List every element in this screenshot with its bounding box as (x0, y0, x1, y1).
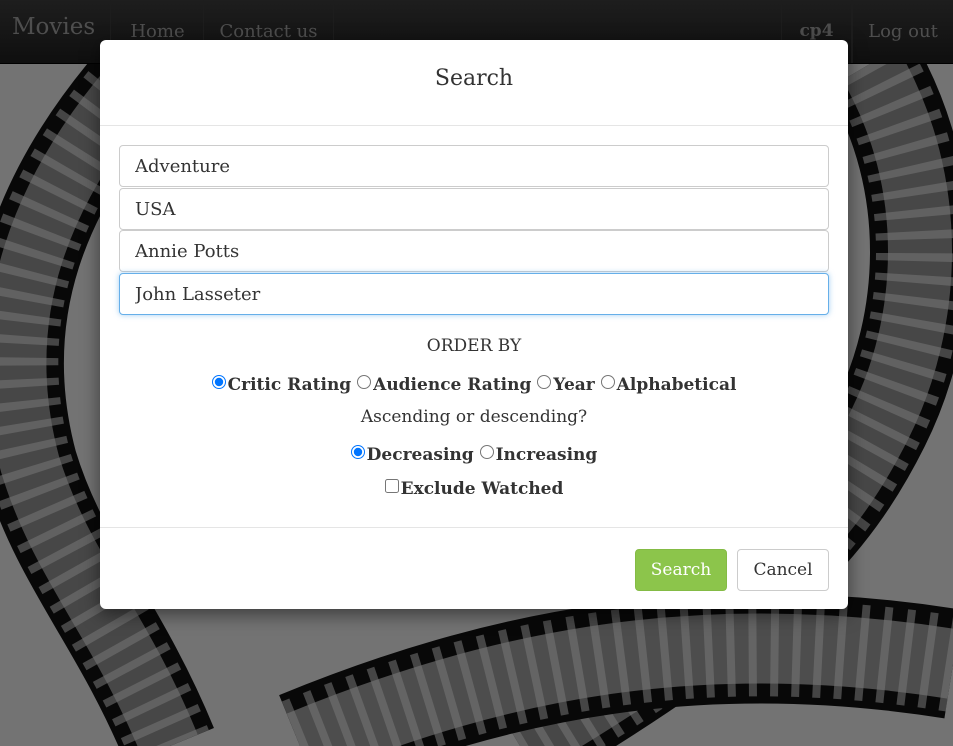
direction-decreasing-option[interactable]: Decreasing (350, 445, 474, 465)
search-modal: Search ORDER BY Critic Rating Audience R… (100, 40, 848, 609)
genre-input[interactable] (119, 145, 829, 187)
exclude-watched-checkbox[interactable] (384, 479, 399, 493)
asc-desc-question: Ascending or descending? (360, 407, 588, 427)
order-alpha-option[interactable]: Alphabetical (600, 375, 737, 395)
order-audience-option[interactable]: Audience Rating (357, 375, 531, 395)
modal-header: Search (100, 40, 848, 126)
country-input[interactable] (119, 188, 829, 230)
direction-decreasing-radio[interactable] (350, 445, 365, 459)
director-input[interactable] (119, 273, 829, 315)
actor-input[interactable] (119, 230, 829, 272)
direction-increasing-label: Increasing (495, 445, 598, 465)
cancel-button[interactable]: Cancel (737, 549, 829, 591)
direction-decreasing-label: Decreasing (366, 445, 474, 465)
order-by-radio-group: Critic Rating Audience Rating Year Alpha… (100, 375, 848, 395)
search-button[interactable]: Search (635, 549, 727, 591)
order-audience-label: Audience Rating (373, 375, 532, 395)
order-critic-option[interactable]: Critic Rating (211, 375, 352, 395)
modal-footer: Search Cancel (100, 527, 848, 610)
exclude-watched-label: Exclude Watched (400, 479, 564, 499)
direction-radio-group: Decreasing Increasing (100, 445, 848, 465)
order-critic-label: Critic Rating (227, 375, 352, 395)
order-by-label: ORDER BY (426, 336, 522, 356)
order-audience-radio[interactable] (357, 375, 372, 389)
direction-increasing-radio[interactable] (479, 445, 494, 459)
order-alpha-radio[interactable] (600, 375, 615, 389)
order-year-label: Year (553, 375, 595, 395)
order-year-radio[interactable] (537, 375, 552, 389)
order-year-option[interactable]: Year (537, 375, 595, 395)
order-alpha-label: Alphabetical (616, 375, 737, 395)
direction-increasing-option[interactable]: Increasing (479, 445, 598, 465)
modal-title: Search (434, 66, 514, 91)
exclude-watched-option[interactable]: Exclude Watched (384, 479, 564, 499)
order-critic-radio[interactable] (211, 375, 226, 389)
exclude-watched-row: Exclude Watched (100, 479, 848, 499)
